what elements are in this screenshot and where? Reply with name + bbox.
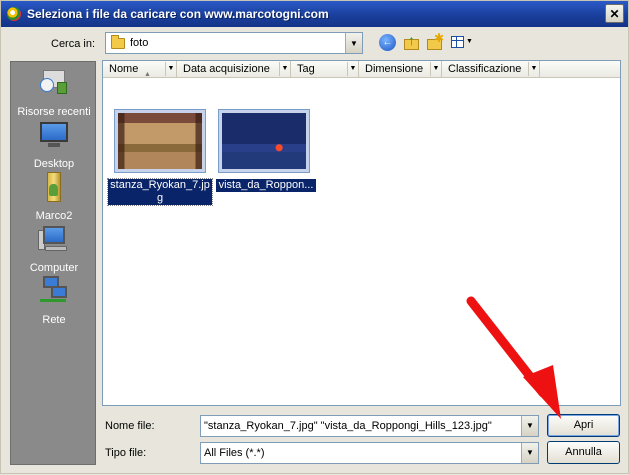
place-desktop[interactable]: Desktop <box>11 120 97 170</box>
chevron-down-icon[interactable]: ▼ <box>347 62 358 76</box>
column-label: Tag <box>297 63 315 75</box>
look-in-label: Cerca in: <box>51 38 96 50</box>
chevron-down-icon[interactable]: ▼ <box>165 62 176 76</box>
file-label-line: g <box>156 192 164 204</box>
file-label-roppongi[interactable]: vista_da_Roppon... <box>216 179 316 192</box>
column-name[interactable]: Nome ▲ ▼ <box>103 61 177 78</box>
file-thumbnail-roppongi[interactable] <box>218 109 310 173</box>
filetype-label: Tipo file: <box>105 447 147 459</box>
chevron-down-icon[interactable]: ▼ <box>521 416 538 436</box>
column-label: Dimensione <box>365 63 424 75</box>
chevron-down-icon[interactable]: ▼ <box>345 33 362 53</box>
folder-icon <box>111 34 125 49</box>
computer-icon <box>37 224 69 254</box>
network-icon <box>37 276 69 306</box>
column-tag[interactable]: Tag ▼ <box>291 61 359 78</box>
filename-combo[interactable]: "stanza_Ryokan_7.jpg" "vista_da_Roppongi… <box>200 415 539 437</box>
column-rating[interactable]: Classificazione ▼ <box>442 61 540 78</box>
file-open-dialog: Seleziona i file da caricare con www.mar… <box>0 0 629 474</box>
file-list[interactable]: Nome ▲ ▼ Data acquisizione ▼ Tag ▼ Dimen… <box>102 60 621 406</box>
place-computer[interactable]: Computer <box>11 224 97 274</box>
up-folder-icon[interactable]: ↑ <box>403 33 420 51</box>
chevron-down-icon[interactable]: ▼ <box>279 62 290 76</box>
filetype-value: All Files (*.*) <box>204 447 265 459</box>
chevron-down-icon[interactable]: ▼ <box>430 62 441 76</box>
close-button[interactable]: ✕ <box>605 4 624 23</box>
place-label: Computer <box>29 262 79 274</box>
file-label-line: vista_da_Roppon... <box>218 179 314 191</box>
sort-ascending-icon: ▲ <box>144 71 151 78</box>
dialog-title: Seleziona i file da caricare con www.mar… <box>27 7 329 21</box>
title-bar[interactable]: Seleziona i file da caricare con www.mar… <box>1 1 628 27</box>
column-size[interactable]: Dimensione ▼ <box>359 61 442 78</box>
cancel-button[interactable]: Annulla <box>547 441 620 464</box>
place-network[interactable]: Rete <box>11 276 97 326</box>
chrome-app-icon <box>7 7 21 21</box>
column-header: Nome ▲ ▼ Data acquisizione ▼ Tag ▼ Dimen… <box>103 61 620 78</box>
file-label-ryokan[interactable]: stanza_Ryokan_7.jp g <box>107 178 213 206</box>
view-menu-icon[interactable]: ▼ <box>450 34 473 51</box>
file-label-line: stanza_Ryokan_7.jp <box>110 179 210 191</box>
file-thumbnail-ryokan[interactable] <box>114 109 206 173</box>
look-in-dropdown[interactable]: foto ▼ <box>105 32 363 54</box>
look-in-value: foto <box>130 37 149 49</box>
filename-label: Nome file: <box>105 420 155 432</box>
back-icon[interactable]: ← <box>379 34 396 51</box>
filetype-select[interactable]: All Files (*.*) ▼ <box>200 442 539 464</box>
place-recent[interactable]: Risorse recenti <box>11 68 97 118</box>
recent-documents-icon <box>37 68 69 98</box>
new-folder-icon[interactable]: ✱ <box>426 32 444 51</box>
column-label: Data acquisizione <box>183 63 270 75</box>
column-date[interactable]: Data acquisizione ▼ <box>177 61 291 78</box>
column-label: Nome <box>109 63 139 75</box>
place-label: Risorse recenti <box>17 106 91 118</box>
place-label: Desktop <box>33 158 75 170</box>
place-label: Rete <box>42 314 66 326</box>
desktop-icon <box>37 120 69 150</box>
chevron-down-icon[interactable]: ▼ <box>528 62 539 76</box>
place-user[interactable]: Marco2 <box>11 172 97 222</box>
photo-thumbnail <box>118 113 202 169</box>
places-bar: Risorse recenti Desktop Marco2 Computer … <box>10 61 96 465</box>
chevron-down-icon[interactable]: ▼ <box>521 443 538 463</box>
open-button[interactable]: Apri <box>547 414 620 437</box>
photo-thumbnail <box>222 113 306 169</box>
place-label: Marco2 <box>35 210 73 222</box>
user-folder-icon <box>37 172 69 202</box>
column-label: Classificazione <box>448 63 522 75</box>
filename-input[interactable]: "stanza_Ryokan_7.jpg" "vista_da_Roppongi… <box>204 420 492 432</box>
